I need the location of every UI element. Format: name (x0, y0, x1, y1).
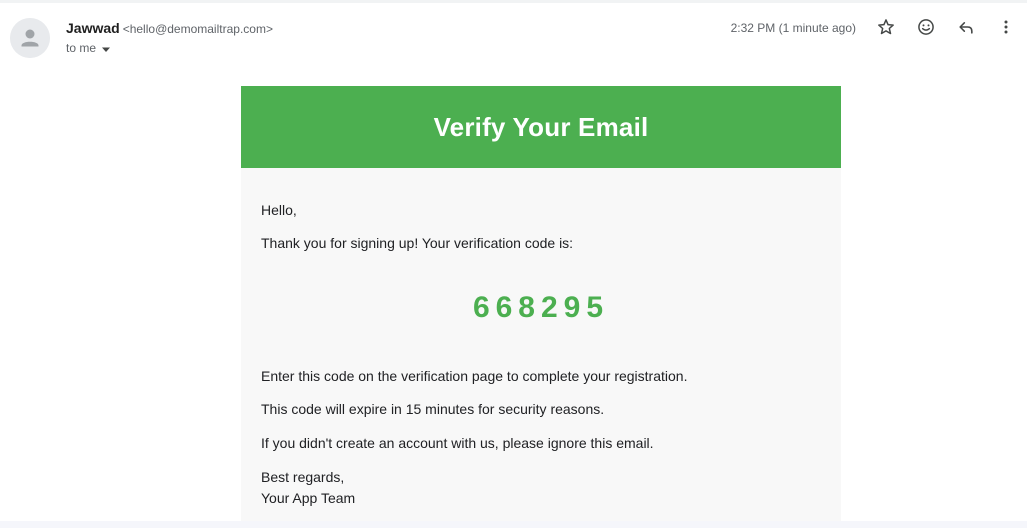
sender-email: <hello@demomailtrap.com> (122, 22, 273, 36)
bottom-divider (0, 521, 1027, 528)
intro-text: Thank you for signing up! Your verificat… (261, 235, 574, 251)
email-banner: Verify Your Email (241, 86, 841, 168)
reply-button[interactable] (952, 15, 980, 43)
greeting-text: Hello, (261, 202, 297, 218)
default-avatar-icon[interactable] (10, 18, 50, 58)
timestamp: 2:32 PM (1 minute ago) (730, 21, 856, 35)
top-divider (0, 0, 1027, 3)
recipient-details-toggle[interactable]: to me (66, 40, 111, 57)
star-icon (876, 17, 896, 42)
sender-line: Jawwad <hello@demomailtrap.com> (66, 19, 273, 38)
reply-icon (956, 17, 976, 42)
sign-off-text: Best regards, (261, 469, 345, 485)
sender-name[interactable]: Jawwad (66, 20, 120, 36)
email-content-card: Verify Your Email Hello, Thank you for s… (241, 86, 841, 521)
email-title: Verify Your Email (433, 111, 649, 142)
instruction-text: Enter this code on the verification page… (261, 368, 688, 384)
more-vert-icon (996, 17, 1016, 42)
star-button[interactable] (872, 15, 900, 43)
ignore-note-text: If you didn't create an account with us,… (261, 435, 654, 451)
emoji-reaction-button[interactable] (912, 15, 940, 43)
signature-text: Your App Team (261, 490, 356, 506)
more-options-button[interactable] (992, 15, 1020, 43)
recipient-label: to me (66, 41, 97, 55)
emoji-reaction-icon (916, 17, 936, 42)
caret-down-icon[interactable] (101, 41, 111, 57)
verification-code: 668295 (472, 291, 610, 324)
expiry-text: This code will expire in 15 minutes for … (261, 401, 605, 417)
